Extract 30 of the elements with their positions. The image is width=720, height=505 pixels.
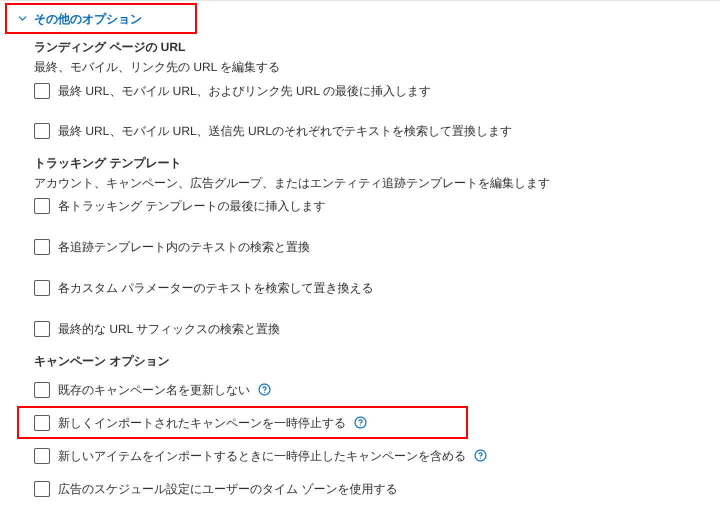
checkbox[interactable] bbox=[34, 382, 50, 398]
group-heading: キャンペーン オプション bbox=[34, 353, 170, 370]
checkbox-label: 最終的な URL サフィックスの検索と置換 bbox=[58, 321, 280, 338]
checkbox-label: 既存のキャンペーン名を更新しない bbox=[58, 382, 250, 398]
checkbox[interactable] bbox=[34, 123, 50, 139]
checkbox[interactable] bbox=[34, 198, 50, 214]
checkbox-label: 各カスタム パラメーターのテキストを検索して置き換える bbox=[58, 280, 374, 297]
checkbox[interactable] bbox=[34, 321, 50, 337]
checkbox-label: 新しくインポートされたキャンペーンを一時停止する bbox=[58, 414, 346, 432]
checkbox-label: 広告のスケジュール設定にユーザーのタイム ゾーンを使用する bbox=[58, 480, 398, 498]
section-title: その他のオプション bbox=[34, 10, 142, 28]
checkbox[interactable] bbox=[34, 83, 50, 99]
checkbox[interactable] bbox=[34, 239, 50, 255]
help-icon[interactable] bbox=[354, 416, 367, 429]
help-icon[interactable] bbox=[258, 383, 271, 396]
checkbox[interactable] bbox=[34, 448, 50, 464]
checkbox-label: 新しいアイテムをインポートするときに一時停止したキャンペーンを含める bbox=[58, 448, 466, 464]
checkbox-label: 各トラッキング テンプレートの最後に挿入します bbox=[58, 198, 326, 215]
checkbox[interactable] bbox=[34, 280, 50, 296]
checkbox-label: 各追跡テンプレート内のテキストの検索と置換 bbox=[58, 239, 310, 256]
group-heading: ランディング ページの URL bbox=[34, 39, 186, 56]
group-description: 最終、モバイル、リンク先の URL を編集する bbox=[34, 59, 282, 76]
section-toggle[interactable]: その他のオプション bbox=[5, 3, 197, 34]
help-icon[interactable] bbox=[474, 449, 487, 462]
checkbox[interactable] bbox=[34, 480, 50, 496]
checkbox-label: 最終 URL、モバイル URL、送信先 URLのそれぞれでテキストを検索して置換します bbox=[58, 123, 512, 140]
group-heading: トラッキング テンプレート bbox=[34, 155, 182, 172]
checkbox[interactable] bbox=[34, 414, 50, 430]
checkbox-label: 最終 URL、モバイル URL、およびリンク先 URL の最後に挿入します bbox=[58, 83, 431, 100]
group-description: アカウント、キャンペーン、広告グループ、またはエンティティ追跡テンプレートを編集します bbox=[34, 175, 551, 192]
